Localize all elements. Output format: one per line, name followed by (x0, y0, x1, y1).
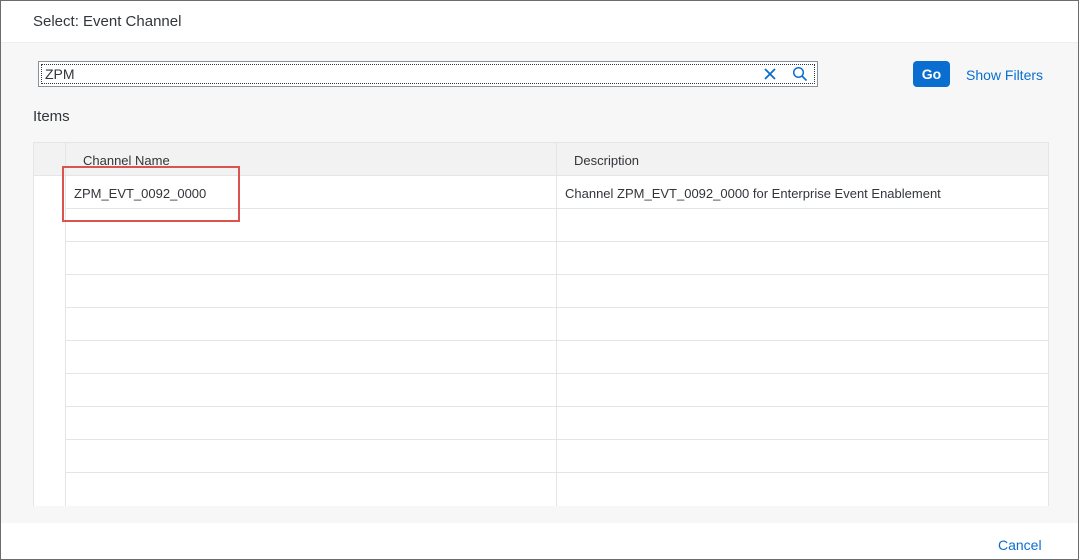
column-header-channel-name[interactable]: Channel Name (83, 153, 170, 168)
row-selector (34, 275, 66, 308)
table-row-empty (34, 209, 1048, 242)
table-row-empty (34, 275, 1048, 308)
row-selector (34, 341, 66, 374)
dialog-body: Go Show Filters Items Channel Name Descr… (1, 43, 1078, 523)
items-table: Channel Name Description ZPM_EVT_0092_00… (33, 142, 1049, 506)
table-row[interactable]: ZPM_EVT_0092_0000 Channel ZPM_EVT_0092_0… (34, 176, 1048, 209)
dialog-title: Select: Event Channel (33, 13, 182, 30)
table-row-empty (34, 407, 1048, 440)
table-row-empty (34, 341, 1048, 374)
table-header: Channel Name Description (34, 143, 1048, 176)
row-selector (34, 473, 66, 506)
row-selector (34, 374, 66, 407)
cell-description: Channel ZPM_EVT_0092_0000 for Enterprise… (565, 186, 941, 201)
search-field[interactable] (38, 61, 818, 87)
dialog-footer: Cancel (1, 523, 1078, 559)
items-heading: Items (33, 108, 70, 125)
close-icon[interactable] (761, 65, 779, 83)
row-selector (34, 407, 66, 440)
search-icon[interactable] (791, 65, 809, 83)
row-selector (34, 209, 66, 242)
cancel-button[interactable]: Cancel (998, 537, 1042, 553)
row-selector (34, 308, 66, 341)
row-selector (34, 440, 66, 473)
table-row-empty (34, 374, 1048, 407)
select-event-channel-dialog: Select: Event Channel Go Show Filters It… (0, 0, 1079, 560)
table-row-empty (34, 473, 1048, 506)
cell-channel-name: ZPM_EVT_0092_0000 (74, 186, 207, 201)
column-divider (556, 143, 557, 506)
row-selector (34, 242, 66, 275)
select-column-header (34, 143, 66, 176)
table-row-empty (34, 440, 1048, 473)
show-filters-link[interactable]: Show Filters (966, 67, 1043, 83)
dialog-header: Select: Event Channel (1, 1, 1078, 43)
column-header-description[interactable]: Description (574, 153, 639, 168)
go-button[interactable]: Go (913, 61, 950, 87)
table-row-empty (34, 308, 1048, 341)
search-input[interactable] (45, 64, 745, 84)
row-selector[interactable] (34, 176, 66, 209)
table-row-empty (34, 242, 1048, 275)
